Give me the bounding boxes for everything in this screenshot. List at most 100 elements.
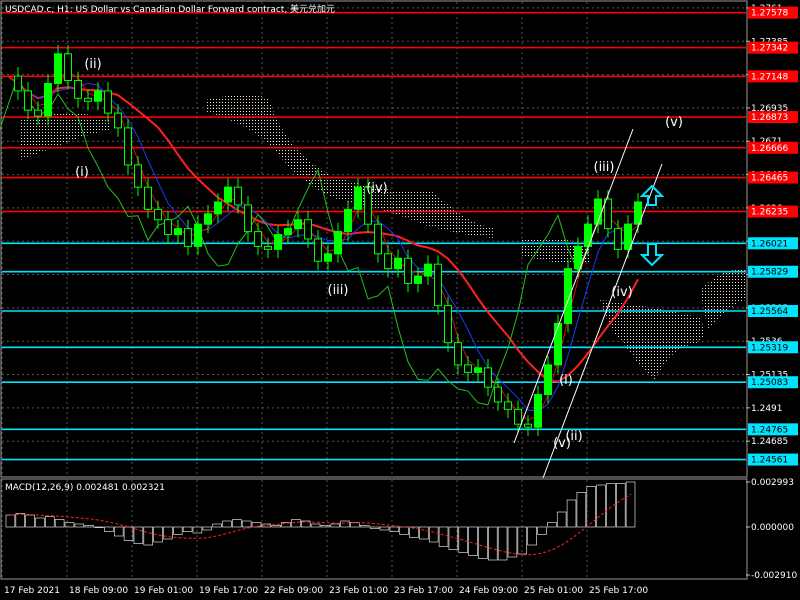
candle-body [574, 245, 582, 270]
macd-bar [241, 520, 252, 528]
cloud-area [700, 269, 745, 330]
macd-bar [576, 492, 587, 528]
candle-body [454, 342, 462, 366]
macd-bar [35, 517, 45, 528]
direction-arrows [639, 184, 665, 267]
candle-body [174, 228, 182, 236]
macd-bar [556, 511, 567, 528]
down-arrow-icon [639, 243, 665, 267]
level-label: 1.25829 [751, 268, 788, 278]
time-tick-label: 19 Feb 01:00 [134, 586, 193, 596]
macd-bar [222, 520, 232, 528]
candle-body [164, 219, 172, 236]
candle-body [94, 90, 102, 102]
candle-body [484, 367, 492, 388]
candle-body [234, 186, 242, 206]
macd-bar [202, 526, 213, 531]
macd-bar [438, 526, 449, 547]
level-label: 1.27342 [751, 44, 788, 54]
macd-tick-label: -0.002910 [751, 571, 797, 581]
candle-body [134, 164, 142, 188]
macd-label: MACD(12,26,9) 0.002481 0.002321 [5, 483, 165, 493]
level-label: 1.26021 [751, 239, 788, 249]
macd-bar [104, 526, 114, 532]
candle-body [514, 408, 522, 425]
macd-bar [566, 499, 577, 528]
candle-body [464, 364, 472, 373]
macd-bar [625, 481, 636, 528]
macd-bar [320, 525, 331, 528]
macd-bar [15, 513, 25, 528]
macd-bar [143, 526, 153, 546]
level-label: 1.27148 [751, 72, 788, 82]
macd-signal-line [10, 493, 632, 556]
candle-body [324, 253, 332, 262]
candle-body [334, 231, 342, 255]
level-label: 1.25083 [751, 378, 788, 388]
candle-body [244, 204, 252, 233]
time-tick-label: 19 Feb 17:00 [199, 586, 258, 596]
macd-bar [330, 523, 340, 528]
candle-body [144, 186, 152, 210]
wave-label: (iv) [611, 285, 632, 300]
macd-bar [497, 526, 508, 561]
price-tick-label: 1.2491 [751, 404, 783, 414]
macd-bar [360, 525, 370, 528]
candle-body [194, 223, 202, 247]
macd-bar [379, 526, 390, 531]
time-tick-label: 18 Feb 09:00 [69, 586, 128, 596]
time-tick-label: 23 Feb 01:00 [329, 586, 388, 596]
macd-bar [616, 483, 626, 528]
candle-body [74, 80, 82, 99]
time-tick-label: 23 Feb 17:00 [394, 586, 453, 596]
macd-bar [232, 519, 242, 528]
macd-bar [84, 525, 94, 528]
macd-histogram: 0.002993 0.000000 -0.002910 [5, 478, 797, 581]
level-label: 1.24765 [751, 425, 788, 435]
level-label: 1.27578 [751, 9, 788, 19]
candle-body [614, 228, 622, 250]
candle-body [294, 219, 302, 230]
level-label: 1.26873 [751, 113, 788, 123]
macd-bar [478, 526, 488, 559]
time-tick-label: 17 Feb 2021 [4, 586, 60, 596]
up-arrow-icon [639, 184, 665, 206]
candle-body [374, 223, 382, 255]
macd-tick-label: 0.002993 [751, 478, 794, 488]
macd-bar [64, 522, 75, 528]
macd-bar [428, 526, 439, 543]
level-label: 1.26666 [751, 144, 788, 154]
candle-body [224, 186, 232, 203]
wave-label: (v) [665, 115, 683, 130]
macd-bar [537, 526, 547, 535]
candle-body [564, 268, 572, 324]
macd-bar [369, 526, 380, 529]
candle-body [314, 238, 322, 262]
time-tick-label: 24 Feb 09:00 [459, 586, 518, 596]
macd-tick-label: 0.000000 [751, 523, 794, 533]
candle-body [104, 90, 112, 114]
macd-bar [113, 526, 124, 537]
candle-body [84, 97, 92, 102]
cloud-area [20, 113, 110, 160]
macd-bar [291, 519, 301, 528]
level-label: 1.24561 [751, 456, 788, 466]
time-tick-label: 25 Feb 01:00 [524, 586, 583, 596]
macd-bar [45, 516, 55, 528]
candle-body [24, 90, 32, 111]
macd-bar [488, 526, 498, 561]
candle-body [494, 386, 502, 403]
macd-bar [389, 526, 400, 532]
price-tick-label: 1.24685 [751, 437, 788, 447]
candle-body [204, 213, 212, 225]
candle-body [554, 322, 562, 366]
candle-body [474, 367, 482, 373]
level-label: 1.25319 [751, 343, 788, 353]
macd-bar [212, 523, 222, 528]
macd-bar [340, 520, 350, 528]
macd-bar [468, 526, 478, 556]
candle-body [54, 53, 62, 84]
macd-bar [310, 523, 321, 528]
trading-chart[interactable]: (ii)(i)(iv)(iii)(iii)(v)(iv)(i)(v)(ii) 0… [0, 0, 800, 600]
candle-body [424, 263, 432, 277]
